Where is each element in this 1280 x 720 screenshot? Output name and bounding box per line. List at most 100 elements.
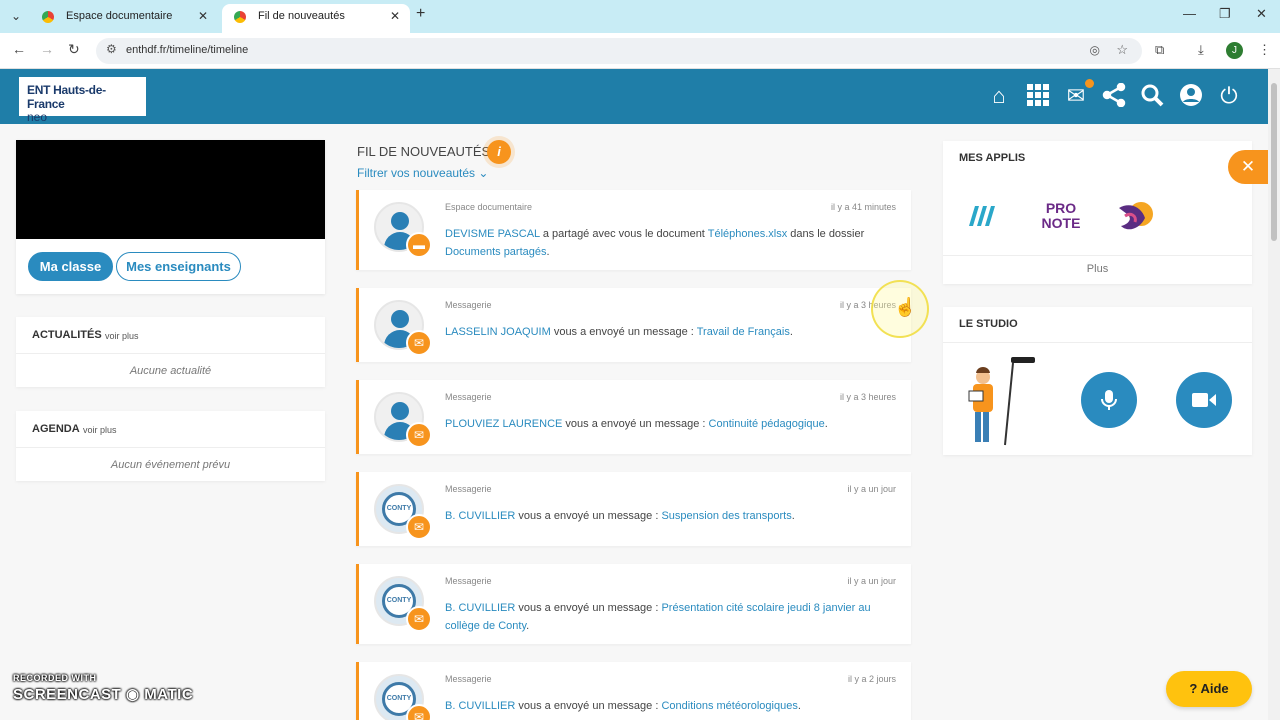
feed-item-app: Messagerie — [445, 674, 492, 684]
scrollbar-thumb[interactable] — [1271, 83, 1277, 241]
studio-widget: LE STUDIO — [943, 307, 1252, 455]
news-title: ACTUALITÉS — [32, 329, 102, 341]
news-widget: ACTUALITÉS voir plus Aucune actualité — [16, 317, 325, 387]
maths-app-icon[interactable] — [963, 196, 1003, 236]
sender-link[interactable]: B. CUVILLIER — [445, 510, 515, 522]
feed-item[interactable]: CONTY ✉ Messagerie il y a un jour B. CUV… — [356, 564, 911, 644]
help-button[interactable]: ? Aide — [1166, 671, 1252, 707]
power-logout-icon[interactable]: ⏻ — [1216, 83, 1242, 109]
browser-tab-espace-documentaire[interactable]: Espace documentaire ✕ — [30, 4, 218, 33]
help-label: Aide — [1200, 681, 1229, 696]
filter-label: Filtrer vos nouveautés — [357, 166, 476, 180]
feed-item-app: Espace documentaire — [445, 202, 533, 212]
info-icon[interactable]: i — [487, 140, 511, 164]
message-link[interactable]: Travail de Français — [697, 326, 790, 338]
message-text: vous a envoyé un message : — [515, 602, 662, 614]
menu-kebab-icon[interactable]: ⋮ — [1258, 42, 1271, 58]
agenda-see-more-link[interactable]: voir plus — [83, 425, 117, 435]
feed-item-message: B. CUVILLIER vous a envoyé un message : … — [445, 599, 885, 635]
forward-icon[interactable]: → — [40, 41, 54, 57]
message-text: . — [797, 700, 801, 712]
sender-link[interactable]: B. CUVILLIER — [445, 602, 515, 614]
profile-avatar[interactable]: J — [1226, 42, 1243, 59]
message-text: a partagé avec vous le document — [539, 228, 708, 240]
my-teachers-button[interactable]: Mes enseignants — [116, 252, 241, 281]
feed-item-time: il y a 41 minutes — [830, 202, 896, 212]
parrot-app-icon[interactable] — [1115, 196, 1155, 236]
window-close-icon[interactable]: ✕ — [1256, 6, 1267, 22]
feed-item[interactable]: CONTY ✉ Messagerie il y a un jour B. CUV… — [356, 472, 911, 546]
url-bar[interactable]: ⚙ enthdf.fr/timeline/timeline ◎ ☆ — [96, 38, 1142, 64]
minimize-icon[interactable]: — — [1183, 6, 1196, 21]
microphone-icon[interactable] — [1081, 372, 1137, 428]
message-link[interactable]: Continuité pédagogique — [709, 418, 825, 430]
sender-link[interactable]: B. CUVILLIER — [445, 700, 515, 712]
message-text: . — [526, 620, 530, 632]
feed-item[interactable]: ✉ Messagerie il y a 3 heures LASSELIN JO… — [356, 288, 911, 362]
tab-label: Fil de nouveautés — [258, 10, 345, 22]
agenda-empty-text: Aucun événement prévu — [110, 459, 231, 471]
eye-off-icon[interactable]: ◎ — [1090, 43, 1100, 57]
filter-dropdown[interactable]: Filtrer vos nouveautés ⌄ — [357, 166, 488, 180]
mail-icon: ✉ — [406, 330, 432, 356]
news-see-more-link[interactable]: voir plus — [105, 331, 139, 341]
tab-search-icon[interactable]: ⌄ — [6, 6, 26, 26]
tools-icon[interactable]: ✕ — [1228, 150, 1268, 184]
message-text: vous a envoyé un message : — [562, 418, 709, 430]
video-camera-icon[interactable] — [1176, 372, 1232, 428]
extensions-icon[interactable]: ⧉ — [1155, 42, 1164, 58]
message-link[interactable]: Suspension des transports — [661, 510, 791, 522]
new-tab-icon[interactable]: + — [416, 5, 425, 23]
user-account-icon[interactable] — [1178, 83, 1204, 109]
home-icon[interactable]: ⌂ — [986, 83, 1012, 109]
back-icon[interactable]: ← — [12, 41, 26, 57]
tab-label: Espace documentaire — [66, 10, 173, 22]
feed-item-app: Messagerie — [445, 576, 492, 586]
screencast-watermark: RECORDED WITH SCREENCAST ◉ MATIC — [13, 673, 193, 703]
news-empty-text: Aucune actualité — [129, 365, 212, 377]
feed-item-message: LASSELIN JOAQUIM vous a envoyé un messag… — [445, 323, 885, 341]
sender-link[interactable]: DEVISME PASCAL — [445, 228, 540, 240]
message-text: . — [789, 326, 793, 338]
folder-link[interactable]: Documents partagés — [445, 246, 547, 258]
search-icon[interactable] — [1139, 83, 1165, 109]
message-link[interactable]: Conditions météorologiques — [661, 700, 797, 712]
profile-card: Ma classe Mes enseignants — [16, 140, 325, 294]
sender-link[interactable]: PLOUVIEZ LAURENCE — [445, 418, 562, 430]
sender-link[interactable]: LASSELIN JOAQUIM — [445, 326, 551, 338]
feed-item-message: B. CUVILLIER vous a envoyé un message : … — [445, 697, 885, 715]
feed-item[interactable]: ✉ Messagerie il y a 3 heures PLOUVIEZ LA… — [356, 380, 911, 454]
pronote-app-icon[interactable]: PRO NOTE — [1039, 196, 1083, 236]
more-apps-link[interactable]: Plus — [943, 263, 1252, 275]
site-settings-icon[interactable]: ⚙ — [106, 42, 117, 56]
ent-logo[interactable]: ENT Hauts-de-France neo — [19, 77, 146, 124]
pronote-label: PRO — [1045, 200, 1077, 216]
message-text: vous a envoyé un message : — [515, 510, 662, 522]
page-scrollbar[interactable] — [1268, 69, 1280, 720]
browser-tab-fil-de-nouveautes[interactable]: Fil de nouveautés ✕ — [222, 4, 410, 33]
message-text: . — [791, 510, 795, 522]
download-icon[interactable]: ⤓ — [1198, 42, 1204, 58]
chrome-favicon-icon — [234, 11, 246, 23]
feed-item[interactable]: ▬ Espace documentaire il y a 41 minutes … — [356, 190, 911, 270]
watermark-line1: RECORDED WITH — [13, 673, 97, 683]
close-icon[interactable]: ✕ — [198, 4, 208, 29]
mail-icon: ✉ — [406, 704, 432, 720]
document-link[interactable]: Téléphones.xlsx — [708, 228, 788, 240]
share-icon[interactable] — [1101, 82, 1127, 109]
restore-icon[interactable]: ❐ — [1219, 6, 1231, 22]
my-apps-title: MES APPLIS — [959, 152, 1026, 164]
message-text: vous a envoyé un message : — [550, 326, 697, 338]
close-icon[interactable]: ✕ — [390, 4, 400, 29]
apps-grid-icon[interactable] — [1025, 83, 1051, 109]
feed-item-app: Messagerie — [445, 484, 492, 494]
browser-tabbar: ⌄ Espace documentaire ✕ Fil de nouveauté… — [0, 0, 1280, 33]
studio-illustration — [961, 355, 1039, 447]
feed-item[interactable]: CONTY ✉ Messagerie il y a 2 jours B. CUV… — [356, 662, 911, 720]
my-class-button[interactable]: Ma classe — [28, 252, 113, 281]
reload-icon[interactable]: ↻ — [68, 41, 80, 58]
folder-icon: ▬ — [406, 232, 432, 258]
feed-item-time: il y a 3 heures — [839, 392, 896, 402]
bookmark-star-icon[interactable]: ☆ — [1116, 42, 1128, 58]
mail-icon[interactable]: ✉ — [1063, 83, 1089, 109]
